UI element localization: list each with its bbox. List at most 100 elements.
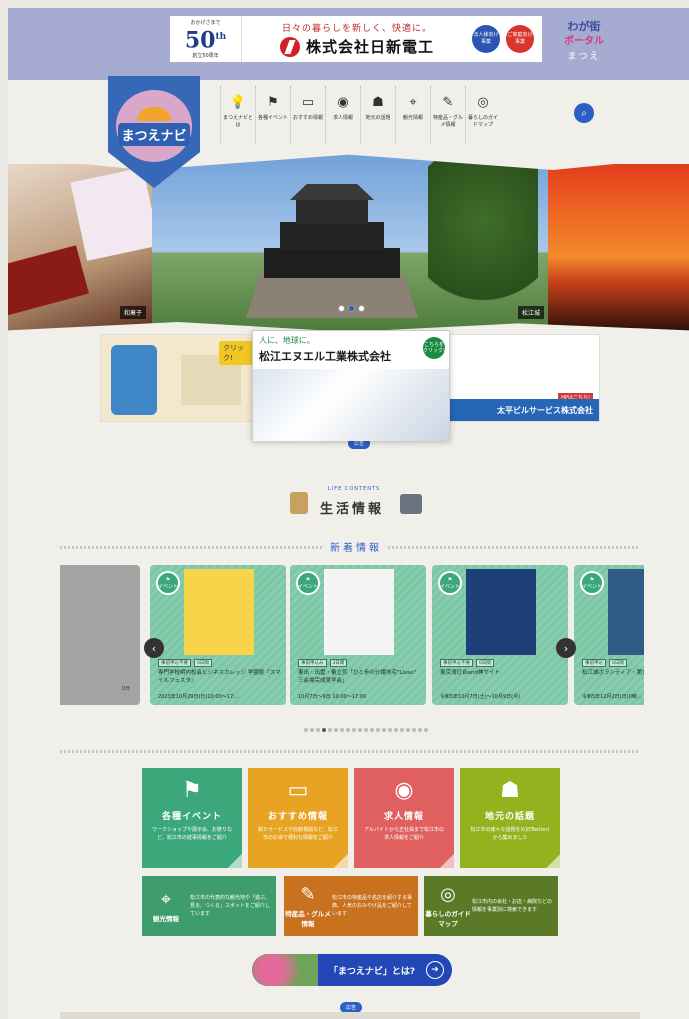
- category-tile-name: おすすめ情報: [267, 812, 328, 822]
- nav-item[interactable]: ⌖ 観光情報: [395, 86, 430, 144]
- category-tile[interactable]: ▭ おすすめ情報 新たサービスや比較相談など、松江市のお得で便利な情報をご紹介: [248, 768, 348, 868]
- ad-tagline: 日々の暮らしを新しく、快適に。: [281, 24, 432, 34]
- nav-item-label: 暮らしのガイドマップ: [467, 115, 498, 128]
- event-badge-label: イベント: [298, 583, 319, 590]
- category-tile-small[interactable]: ⌖ 観光情報 松江市の代表的な観光地や「遊ぶ、見る、つくる」スポットをご紹介していま…: [142, 876, 276, 936]
- nav-item[interactable]: ☗ 地元の話題: [360, 86, 395, 144]
- company-ad-banner[interactable]: おかげさまで 50th 創立50周年 日々の暮らしを新しく、快適に。 株式会社日…: [170, 16, 542, 62]
- hero-dot[interactable]: [338, 305, 345, 312]
- ad-center-line2: 松江エヌエル工業株式会社: [259, 350, 391, 363]
- nav-item[interactable]: ▭ おすすめ情報: [290, 86, 325, 144]
- ad-buttons: 法人様向け事業 ご家庭向け事業: [472, 25, 542, 53]
- news-card-date: 令和5年12月2日(日)0時...: [582, 694, 642, 700]
- ad-center-header: 人に、地球に。 松江エヌエル工業株式会社: [253, 331, 449, 369]
- page: おかげさまで 50th 創立50周年 日々の暮らしを新しく、快適に。 株式会社日…: [8, 8, 689, 1019]
- news-card[interactable]: ⚑ イベント事前申込不要 0日間専門学校明内松会ビジネスカレッジ 学園祭『スマイルフ…: [150, 565, 286, 705]
- category-tile[interactable]: ⚑ 各種イベント ワークショップや展示会、お祭りなど、松江市の催事情報をご紹介: [142, 768, 242, 868]
- home-button[interactable]: ご家庭向け事業: [506, 25, 534, 53]
- ad-company: 株式会社日新電工: [279, 36, 434, 57]
- job-search-icon: ◉: [337, 94, 349, 110]
- news-card-tag: 0日: [121, 686, 130, 692]
- nav-item[interactable]: ⚑ 各種イベント: [255, 86, 290, 144]
- flag-icon: ⚑: [182, 778, 202, 803]
- search-icon: ⌕: [581, 107, 587, 119]
- news-card-tag: 3日間: [329, 659, 348, 667]
- guide-map-icon: ◎: [440, 884, 456, 905]
- nav-item[interactable]: ◎ 暮らしのガイドマップ: [465, 86, 500, 144]
- corporate-button[interactable]: 法人様向け事業: [472, 25, 500, 53]
- news-title: 新着情報: [324, 539, 388, 554]
- hero-caption-prev: 和菓子: [120, 306, 147, 319]
- event-badge: ⚑ イベント: [156, 571, 180, 595]
- ticket-icon: ▭: [287, 778, 309, 803]
- news-card-tags: 事前申込不要 0日間: [158, 659, 212, 667]
- flower-photo: [252, 954, 318, 986]
- nav-item-label: 各種イベント: [257, 115, 288, 121]
- event-badge-label: イベント: [582, 583, 603, 590]
- nav-item[interactable]: ✎ 特産品・グルメ情報: [430, 86, 465, 144]
- tile-fold: [440, 854, 454, 868]
- chevron-right-icon: ›: [563, 641, 569, 655]
- event-badge: ⚑ イベント: [438, 571, 462, 595]
- portal-logo-line3: まつえ: [567, 52, 601, 62]
- hero-caption-current: 松江城: [517, 306, 544, 319]
- category-tile[interactable]: ☗ 地元の話題 松江市の様々な話題をX(旧Twitter)から集めました: [460, 768, 560, 868]
- hero-dot[interactable]: [358, 305, 365, 312]
- category-tile[interactable]: ◉ 求人情報 アルバイトから正社員まで松江市の求人情報をご紹介: [354, 768, 454, 868]
- category-tile-small[interactable]: ◎ 暮らしのガイドマップ 松江市内の会社・お店・病院などの情報を事業別に検索できます: [424, 876, 558, 936]
- ad-center-line1: 人に、地球に。: [259, 336, 315, 345]
- hero-slide-prev[interactable]: 和菓子: [8, 164, 160, 332]
- robot-character-image: [111, 345, 157, 415]
- sun-icon: [137, 106, 171, 121]
- news-card[interactable]: ⚑イベント事前申込0日間松江城ボランティア・第1回中小学生... 令和5年12月2…: [574, 565, 644, 705]
- portal-logo-line2: ポータル: [564, 36, 604, 47]
- news-card-image: [608, 569, 644, 655]
- news-card-tag: 0日間: [609, 659, 627, 667]
- hero-dot-active[interactable]: [348, 305, 355, 312]
- site-logo-emblem: まつえナビ: [116, 90, 192, 162]
- nav-item-label: おすすめ情報: [292, 115, 323, 121]
- hero-slide-next[interactable]: [548, 164, 689, 332]
- search-button[interactable]: ⌕: [574, 103, 594, 123]
- ad-company-block: 日々の暮らしを新しく、快適に。 株式会社日新電工: [242, 21, 472, 57]
- category-tile-name: 求人情報: [383, 812, 424, 822]
- ad-center[interactable]: 人に、地球に。 松江エヌエル工業株式会社 こちらをクリック!: [252, 330, 450, 441]
- category-tile-small-left: ⌖ 観光情報: [142, 889, 190, 923]
- news-card[interactable]: ⚑ イベント事前申込不要 0日間東京湾灯台and神サイト令和5年10月7日(土)～1…: [432, 565, 568, 705]
- news-pagination: [304, 728, 428, 732]
- news-card-title: 東京湾灯台and神サイト: [440, 670, 500, 676]
- news-card-image: [324, 569, 394, 655]
- ad-right[interactable]: HPはこちら! 太平ビルサービス株式会社: [442, 334, 600, 422]
- news-card-tag: 事前申込不要: [440, 659, 473, 667]
- ad-center-click[interactable]: こちらをクリック!: [423, 337, 445, 359]
- car-icon: [400, 494, 422, 514]
- category-tile-small-desc: 松江市内の会社・お店・病院などの情報を事業別に検索できます: [472, 899, 553, 913]
- carousel-prev-button[interactable]: ‹: [144, 638, 164, 658]
- news-card-tags: 事前申込 0日間: [582, 659, 627, 667]
- news-card-date: 10月7日～9日 10:00～17:00: [298, 694, 367, 700]
- site-logo-text: まつえナビ: [118, 122, 190, 146]
- nav-item[interactable]: 💡 まつえナビとは: [220, 86, 255, 144]
- about-button[interactable]: 「まつえナビ」とは? ➔: [252, 954, 452, 986]
- news-card-title: 専門学校明内松会ビジネスカレッジ 学園祭『スマイルフェスタ』: [158, 670, 281, 684]
- anniversary-number: 50th: [184, 27, 227, 54]
- news-card-partial[interactable]: 0日: [60, 565, 140, 705]
- about-label: 「まつえナビ」とは?: [328, 966, 416, 977]
- news-card[interactable]: ⚑ イベント 事前申込み 3日間 東出・出雲・乗立気「ひと歩の分譲地宅"Livso" 三…: [290, 565, 426, 705]
- event-badge: ⚑ イベント: [580, 571, 604, 595]
- job-search-icon: ◉: [394, 778, 414, 803]
- nav-item-label: 特産品・グルメ情報: [432, 115, 463, 128]
- nav-item[interactable]: ◉ 求人情報: [325, 86, 360, 144]
- news-card-image: [184, 569, 254, 655]
- tree-image: [428, 158, 538, 318]
- category-tile-name: 各種イベント: [161, 812, 222, 822]
- category-tile-small[interactable]: ✎ 特産品・グルメ情報 松江市の特産品や名店を紹介する事典、人気のおみやげ品をご紹介…: [284, 876, 418, 936]
- category-tile-small-desc: 松江市の特産品や名店を紹介する事典、人気のおみやげ品をご紹介しています: [332, 895, 413, 917]
- ad-left[interactable]: クリック!: [100, 334, 256, 422]
- news-card-image: [466, 569, 536, 655]
- news-card-date: 令和5年10月7日(土)～10月9日(月): [440, 694, 521, 700]
- portal-logo[interactable]: わが街 ポータル まつえ: [556, 18, 612, 68]
- news-card-tag: 0日間: [476, 659, 494, 667]
- category-tile-desc: 松江市の様々な話題をX(旧Twitter)から集めました: [470, 827, 550, 841]
- carousel-next-button[interactable]: ›: [556, 638, 576, 658]
